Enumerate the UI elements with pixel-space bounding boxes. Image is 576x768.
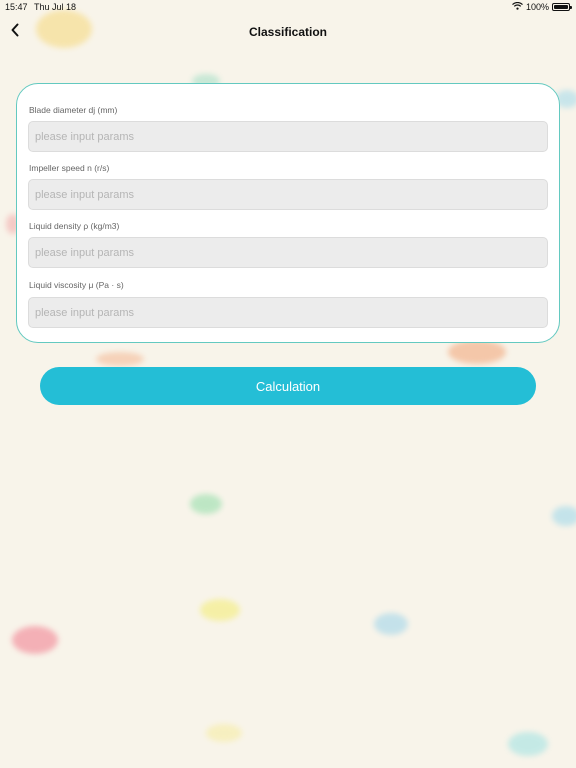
background-dot [374, 613, 408, 635]
battery-percentage: 100% [525, 2, 549, 12]
background-dot [200, 599, 240, 621]
blade-diameter-label: Blade diameter dj (mm) [29, 105, 118, 115]
status-date: Thu Jul 18 [34, 2, 77, 12]
status-bar: 15:47 Thu Jul 18 100% [0, 0, 576, 14]
parameters-form-card: Blade diameter dj (mm) Impeller speed n … [16, 83, 560, 343]
liquid-density-input[interactable] [28, 237, 548, 268]
page-title: Classification [248, 25, 328, 39]
background-dot [448, 340, 506, 364]
blade-diameter-input[interactable] [28, 121, 548, 152]
background-dot [12, 626, 58, 654]
background-dot [206, 724, 242, 742]
navigation-bar: Classification [0, 18, 576, 46]
impeller-speed-label: Impeller speed n (r/s) [29, 163, 110, 173]
calculation-button[interactable]: Calculation [40, 367, 536, 405]
liquid-density-label: Liquid density ρ (kg/m3) [29, 221, 120, 231]
wifi-icon [512, 0, 523, 14]
liquid-viscosity-input[interactable] [28, 297, 548, 328]
background-dot [552, 506, 576, 526]
impeller-speed-input[interactable] [28, 179, 548, 210]
background-dot [190, 494, 222, 514]
liquid-viscosity-label: Liquid viscosity μ (Pa · s) [29, 280, 124, 290]
status-indicators: 100% [512, 0, 572, 14]
background-dot [508, 732, 548, 756]
battery-icon [552, 3, 572, 11]
status-time: 15:47 [5, 2, 28, 12]
background-dot [96, 352, 144, 366]
